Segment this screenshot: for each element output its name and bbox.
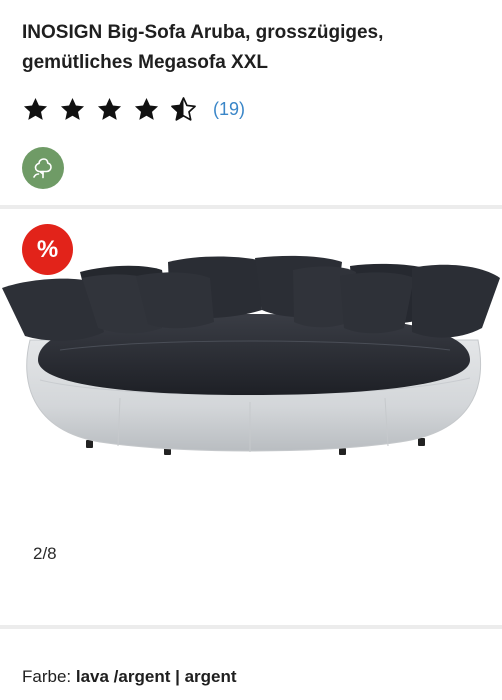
sofa-image[interactable] <box>0 250 502 460</box>
section-divider <box>0 205 502 209</box>
leaf-tree-icon <box>33 158 52 179</box>
sale-badge: % <box>22 224 73 275</box>
image-pager: 2/8 <box>33 544 57 563</box>
color-value: lava /argent | argent <box>75 667 237 686</box>
star-full-icon <box>60 97 85 120</box>
star-full-icon <box>23 97 48 120</box>
color-selection[interactable]: Farbe: lava /argent | argent <box>22 667 237 687</box>
star-full-icon <box>134 97 159 120</box>
section-divider <box>0 625 502 629</box>
star-half-icon <box>171 96 196 121</box>
sustainability-badge[interactable] <box>22 147 64 189</box>
color-label: Farbe: <box>22 667 72 686</box>
rating-row[interactable]: (19) <box>22 94 245 124</box>
product-title: INOSIGN Big-Sofa Aruba, grosszügiges, ge… <box>22 22 384 73</box>
star-full-icon <box>97 97 122 120</box>
product-detail-page: INOSIGN Big-Sofa Aruba, grosszügiges, ge… <box>0 0 502 700</box>
review-count-link[interactable]: (19) <box>213 99 245 120</box>
